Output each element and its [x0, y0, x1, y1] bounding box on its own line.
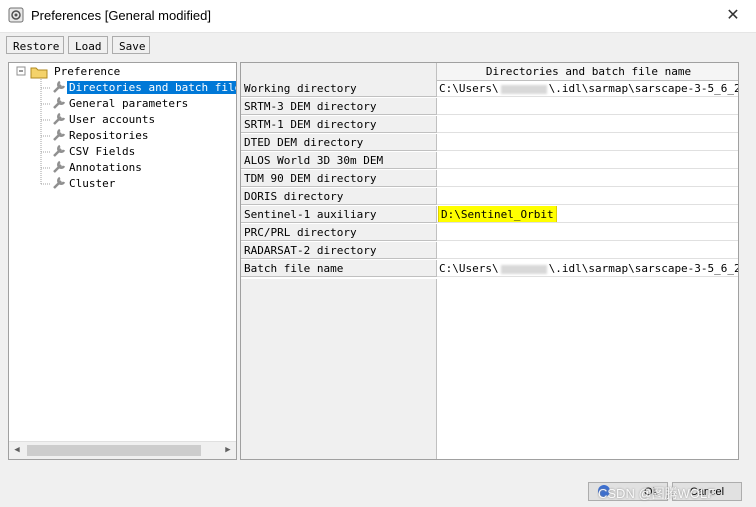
wrench-icon: [53, 128, 66, 141]
row-value-field[interactable]: [437, 98, 738, 115]
row-label: ALOS World 3D 30m DEM directory: [241, 152, 437, 185]
row-label: DORIS directory: [241, 188, 437, 205]
grid-row-radarsat2[interactable]: RADARSAT-2 directory: [241, 242, 738, 260]
row-value-field[interactable]: [437, 188, 738, 205]
tree-root-preference[interactable]: Preference: [52, 64, 122, 79]
grid-row-alos[interactable]: ALOS World 3D 30m DEM directory: [241, 152, 738, 185]
scrollbar-thumb[interactable]: [27, 445, 201, 456]
row-label: SRTM-3 DEM directory: [241, 98, 437, 115]
row-value-field[interactable]: C:\Users\ \.idl\sarmap\sarscape-3-5_6_2-i…: [437, 260, 738, 277]
row-label: Sentinel-1 auxiliary directory: [241, 206, 437, 239]
row-value-field[interactable]: [437, 242, 738, 259]
row-label: Batch file name: [241, 260, 437, 277]
row-label: DTED DEM directory: [241, 134, 437, 151]
tree-item-directories[interactable]: Directories and batch file n: [51, 80, 236, 95]
wrench-icon: [53, 96, 66, 109]
row-value-field[interactable]: [437, 224, 738, 241]
tree-item-annotations[interactable]: Annotations: [51, 160, 144, 175]
grid-row-tdm90[interactable]: TDM 90 DEM directory: [241, 170, 738, 188]
row-value-field[interactable]: [437, 170, 738, 187]
path-prefix: C:\Users\: [439, 82, 499, 95]
path-suffix: \.idl\sarmap\sarscape-3-5_6_2-idl_8: [548, 82, 738, 95]
tree-horizontal-scrollbar[interactable]: ◀ ▶: [9, 441, 236, 459]
title-bar: Preferences [General modified] ✕: [0, 0, 756, 33]
app-icon: [8, 7, 24, 23]
path-prefix: C:\Users\: [439, 262, 499, 275]
wrench-icon: [53, 112, 66, 125]
row-value-field[interactable]: [437, 134, 738, 151]
close-icon[interactable]: ✕: [710, 0, 756, 32]
row-label: PRC/PRL directory: [241, 224, 437, 241]
grid-row-dted[interactable]: DTED DEM directory: [241, 134, 738, 152]
row-value-field[interactable]: D:\Sentinel_Orbit: [437, 206, 738, 223]
row-label: Working directory: [241, 80, 437, 97]
load-button[interactable]: Load: [68, 36, 108, 54]
wrench-icon: [53, 160, 66, 173]
row-value-field[interactable]: [437, 152, 738, 169]
column-header: Directories and batch file name: [437, 63, 738, 81]
preference-tree[interactable]: Preference Directories and batch file n …: [8, 62, 237, 460]
grid-row-working-directory[interactable]: Working directory C:\Users\ \.idl\sarmap\…: [241, 80, 738, 98]
scroll-left-icon[interactable]: ◀: [10, 444, 24, 457]
wrench-icon: [53, 80, 66, 93]
row-label: RADARSAT-2 directory: [241, 242, 437, 259]
tree-item-user-accounts[interactable]: User accounts: [51, 112, 157, 127]
wrench-icon: [53, 176, 66, 189]
grid-row-prc-prl[interactable]: PRC/PRL directory: [241, 224, 738, 242]
grid-empty-area: [241, 279, 437, 459]
tree-item-repositories[interactable]: Repositories: [51, 128, 150, 143]
grid-row-sentinel1[interactable]: Sentinel-1 auxiliary directory D:\Sentin…: [241, 206, 738, 239]
redacted-username: [500, 84, 547, 94]
tree-item-cluster[interactable]: Cluster: [51, 176, 117, 191]
row-label: SRTM-1 DEM directory: [241, 116, 437, 133]
redacted-username: [500, 264, 547, 274]
tree-item-csv-fields[interactable]: CSV Fields: [51, 144, 137, 159]
folder-icon: [30, 67, 48, 79]
row-label: TDM 90 DEM directory: [241, 170, 437, 187]
scroll-right-icon[interactable]: ▶: [221, 444, 235, 457]
window-title: Preferences [General modified]: [31, 8, 211, 23]
directories-grid: Directories and batch file name Working …: [240, 62, 739, 460]
tree-item-general-parameters[interactable]: General parameters: [51, 96, 190, 111]
wrench-icon: [53, 144, 66, 157]
grid-row-srtm1[interactable]: SRTM-1 DEM directory: [241, 116, 738, 134]
path-suffix: \.idl\sarmap\sarscape-3-5_6_2-idl_8: [548, 262, 738, 275]
restore-button[interactable]: Restore: [6, 36, 64, 54]
highlighted-path: D:\Sentinel_Orbit: [438, 206, 557, 222]
row-value-field[interactable]: C:\Users\ \.idl\sarmap\sarscape-3-5_6_2-i…: [437, 80, 738, 97]
watermark: CSDN @图腾WOLF: [598, 486, 716, 501]
row-value-field[interactable]: [437, 116, 738, 133]
grid-row-srtm3[interactable]: SRTM-3 DEM directory: [241, 98, 738, 116]
grid-corner: [241, 63, 437, 80]
grid-row-doris[interactable]: DORIS directory: [241, 188, 738, 206]
grid-row-batch-file[interactable]: Batch file name C:\Users\ \.idl\sarmap\sa…: [241, 260, 738, 278]
save-button[interactable]: Save: [112, 36, 150, 54]
